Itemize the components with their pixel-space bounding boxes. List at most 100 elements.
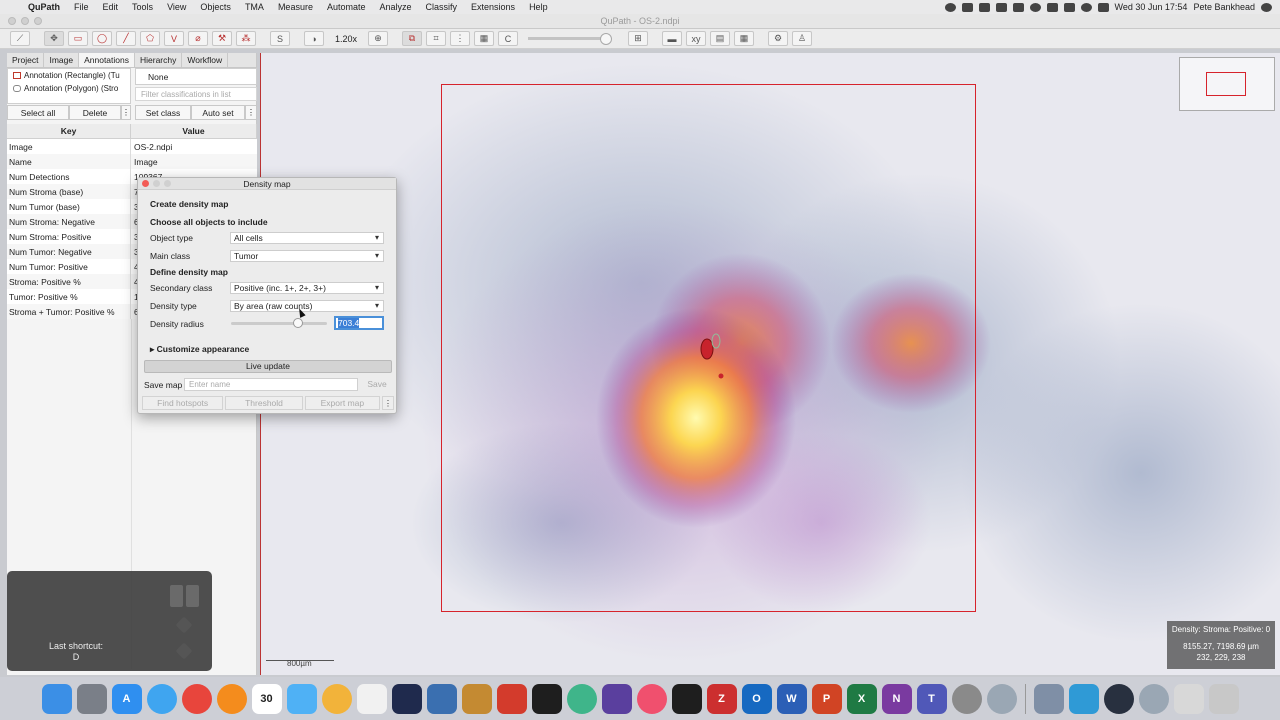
line-tool-icon[interactable]: ╱: [116, 31, 136, 46]
menu-analyze[interactable]: Analyze: [379, 2, 411, 12]
rectangle-tool-icon[interactable]: ▭: [68, 31, 88, 46]
spotlight-icon[interactable]: [1097, 2, 1109, 12]
save-button[interactable]: Save: [362, 379, 392, 389]
firefox-icon[interactable]: [216, 683, 247, 714]
show-detections-icon[interactable]: ⋮: [450, 31, 470, 46]
utility-icon[interactable]: [986, 683, 1017, 714]
select-all-button[interactable]: Select all: [7, 105, 69, 120]
secondary-class-select[interactable]: Positive (inc. 1+, 2+, 3+): [230, 282, 384, 294]
ellipse-tool-icon[interactable]: ◯: [92, 31, 112, 46]
zotero-icon[interactable]: Z: [706, 683, 737, 714]
table-row[interactable]: Image OS-2.ndpi: [7, 139, 257, 154]
overview-thumbnail[interactable]: [1179, 57, 1275, 111]
annotation-list[interactable]: Annotation (Rectangle) (Tu Annotation (P…: [7, 68, 131, 104]
zoom-to-fit-icon[interactable]: ⊕: [368, 31, 388, 46]
overview-viewport[interactable]: [1206, 72, 1246, 96]
atom-icon[interactable]: [566, 683, 597, 714]
tab-image[interactable]: Image: [44, 53, 80, 67]
menu-edit[interactable]: Edit: [103, 2, 119, 12]
polygon-tool-icon[interactable]: ⬠: [140, 31, 160, 46]
system-preferences-icon[interactable]: [951, 683, 982, 714]
log-icon[interactable]: ♙: [792, 31, 812, 46]
slider-thumb[interactable]: [293, 318, 303, 328]
connections-button[interactable]: C: [498, 31, 518, 46]
menu-extensions[interactable]: Extensions: [471, 2, 515, 12]
launchpad-icon[interactable]: [76, 683, 107, 714]
object-type-select[interactable]: All cells: [230, 232, 384, 244]
density-type-select[interactable]: By area (raw counts): [230, 300, 384, 312]
density-radius-slider[interactable]: [231, 318, 327, 328]
music-icon[interactable]: [636, 683, 667, 714]
brightness-contrast-icon[interactable]: ◑: [304, 31, 324, 46]
settings-icon[interactable]: ⚙: [768, 31, 788, 46]
wand-tool-icon[interactable]: ⚒: [212, 31, 232, 46]
outlook-icon[interactable]: O: [741, 683, 772, 714]
opacity-slider[interactable]: [528, 33, 612, 45]
menu-automate[interactable]: Automate: [327, 2, 366, 12]
delete-button[interactable]: Delete: [69, 105, 121, 120]
photos-icon[interactable]: [321, 683, 352, 714]
utility-icon[interactable]: [1138, 683, 1169, 714]
github-icon[interactable]: [601, 683, 632, 714]
docker-icon[interactable]: [1068, 683, 1099, 714]
selection-mode-button[interactable]: S: [270, 31, 290, 46]
calendar-icon[interactable]: 30: [251, 683, 282, 714]
messages-icon[interactable]: [286, 683, 317, 714]
volume-icon[interactable]: [1080, 2, 1092, 12]
status-icon[interactable]: [944, 2, 956, 12]
menu-clock[interactable]: Wed 30 Jun 17:54: [1115, 2, 1188, 12]
close-dialog-icon[interactable]: [142, 180, 149, 187]
density-radius-input[interactable]: 703.4: [334, 316, 384, 330]
notes-icon[interactable]: [356, 683, 387, 714]
terminal-icon[interactable]: [671, 683, 702, 714]
document-icon[interactable]: [1173, 683, 1204, 714]
menu-measure[interactable]: Measure: [278, 2, 313, 12]
tumor-annotation-rectangle[interactable]: [441, 84, 976, 612]
brush-tool-icon[interactable]: ⌀: [188, 31, 208, 46]
menu-user[interactable]: Pete Bankhead: [1193, 2, 1255, 12]
move-tool-icon[interactable]: ✥: [44, 31, 64, 46]
live-update-button[interactable]: Live update: [144, 360, 392, 373]
menu-objects[interactable]: Objects: [200, 2, 231, 12]
teams-icon[interactable]: T: [916, 683, 947, 714]
set-class-button[interactable]: Set class: [135, 105, 191, 120]
more-icon[interactable]: ⋮: [245, 105, 257, 120]
menu-app-name[interactable]: QuPath: [28, 2, 60, 12]
dropbox-icon[interactable]: [978, 2, 990, 12]
class-filter-input[interactable]: Filter classifications in list: [135, 87, 257, 101]
column-value[interactable]: Value: [131, 124, 257, 138]
minimize-dialog-icon[interactable]: [153, 180, 160, 187]
eclipse-icon[interactable]: [391, 683, 422, 714]
tab-project[interactable]: Project: [7, 53, 45, 67]
chrome-icon[interactable]: [181, 683, 212, 714]
pixel-grid-icon[interactable]: ▦: [734, 31, 754, 46]
activity-monitor-icon[interactable]: [531, 683, 562, 714]
zoom-dialog-icon[interactable]: [164, 180, 171, 187]
list-item[interactable]: Annotation (Rectangle) (Tu: [8, 69, 130, 82]
excel-icon[interactable]: X: [846, 683, 877, 714]
find-hotspots-button[interactable]: Find hotspots: [142, 396, 224, 410]
image-viewer[interactable]: 800µm Density: Stroma: Positive: 0 8155.…: [260, 53, 1280, 675]
tab-hierarchy[interactable]: Hierarchy: [135, 53, 183, 67]
wifi-icon[interactable]: [1063, 2, 1075, 12]
grid-icon[interactable]: ⊞: [628, 31, 648, 46]
menu-tma[interactable]: TMA: [245, 2, 264, 12]
qupath-icon[interactable]: [496, 683, 527, 714]
fill-detections-icon[interactable]: ▦: [474, 31, 494, 46]
downloads-icon[interactable]: [1033, 683, 1064, 714]
points-tool-icon[interactable]: ⁂: [236, 31, 256, 46]
class-item-none[interactable]: None: [135, 68, 257, 85]
finder-icon[interactable]: [41, 683, 72, 714]
bluetooth-icon[interactable]: [1046, 2, 1058, 12]
tab-annotations[interactable]: Annotations: [79, 53, 135, 67]
table-row[interactable]: Name Image: [7, 154, 257, 169]
scalebar-icon[interactable]: ▤: [710, 31, 730, 46]
menu-file[interactable]: File: [74, 2, 89, 12]
more-icon[interactable]: ⋮: [121, 105, 131, 120]
tma-grid-icon[interactable]: ⌗: [426, 31, 446, 46]
fiji-icon[interactable]: [426, 683, 457, 714]
column-key[interactable]: Key: [7, 124, 131, 138]
map-name-input[interactable]: Enter name: [184, 378, 358, 391]
more-icon[interactable]: ⋮: [382, 396, 394, 410]
time-machine-icon[interactable]: [1029, 2, 1041, 12]
